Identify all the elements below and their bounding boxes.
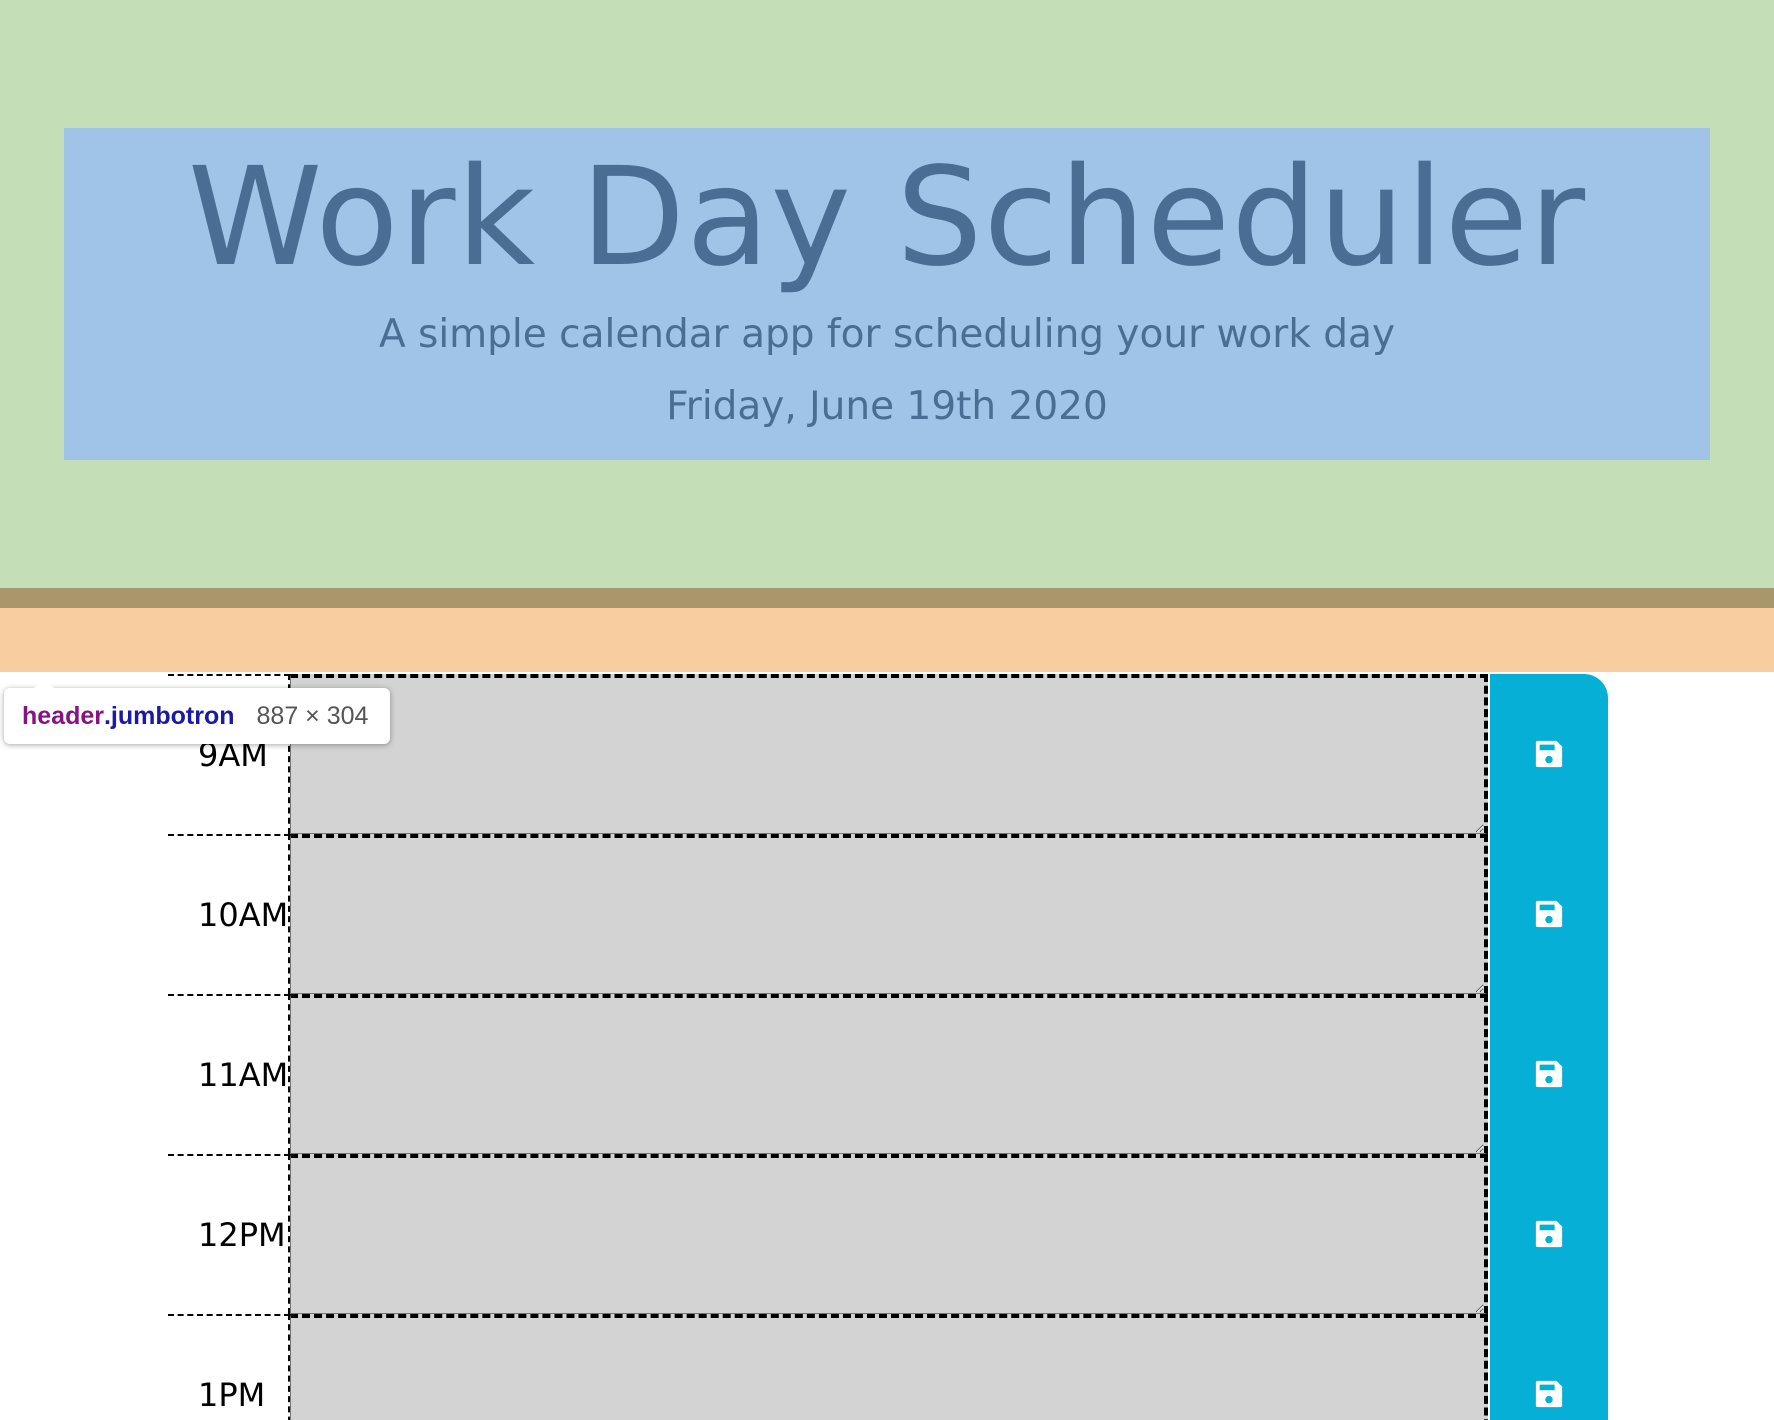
description-field[interactable]	[290, 1314, 1488, 1420]
hour-label: 1PM	[168, 1314, 290, 1420]
tooltip-dimensions: 887 × 304	[256, 701, 369, 730]
border-highlight	[0, 588, 1774, 608]
hour-label: 11AM	[168, 994, 290, 1154]
hour-label: 12PM	[168, 1154, 290, 1314]
save-button[interactable]	[1490, 834, 1608, 994]
tooltip-tag: header	[22, 701, 104, 730]
floppy-disk-icon	[1535, 1220, 1563, 1248]
devtools-element-tooltip: header .jumbotron 887 × 304	[4, 678, 390, 744]
save-button[interactable]	[1490, 674, 1608, 834]
description-field[interactable]	[290, 674, 1488, 834]
description-field[interactable]	[290, 834, 1488, 994]
current-day: Friday, June 19th 2020	[666, 384, 1108, 429]
floppy-disk-icon	[1535, 1060, 1563, 1088]
save-button[interactable]	[1490, 1314, 1608, 1420]
floppy-disk-icon	[1535, 1380, 1563, 1408]
tooltip-class: .jumbotron	[103, 701, 235, 730]
page: Work Day Scheduler A simple calendar app…	[0, 0, 1774, 1420]
time-block-row: 11AM	[168, 994, 1608, 1154]
floppy-disk-icon	[1535, 740, 1563, 768]
hour-label: 10AM	[168, 834, 290, 994]
jumbotron-header: Work Day Scheduler A simple calendar app…	[64, 128, 1710, 460]
floppy-disk-icon	[1535, 900, 1563, 928]
save-button[interactable]	[1490, 1154, 1608, 1314]
time-block-row: 12PM	[168, 1154, 1608, 1314]
time-block-row: 10AM	[168, 834, 1608, 994]
schedule: 9AM 10AM 11AM 12PM 1PM	[168, 674, 1608, 1420]
tooltip-arrow	[34, 678, 54, 688]
save-button[interactable]	[1490, 994, 1608, 1154]
description-field[interactable]	[290, 994, 1488, 1154]
description-field[interactable]	[290, 1154, 1488, 1314]
time-block-row: 1PM	[168, 1314, 1608, 1420]
page-title: Work Day Scheduler	[187, 139, 1587, 297]
page-lead: A simple calendar app for scheduling you…	[378, 312, 1396, 357]
padding-highlight	[0, 608, 1774, 672]
